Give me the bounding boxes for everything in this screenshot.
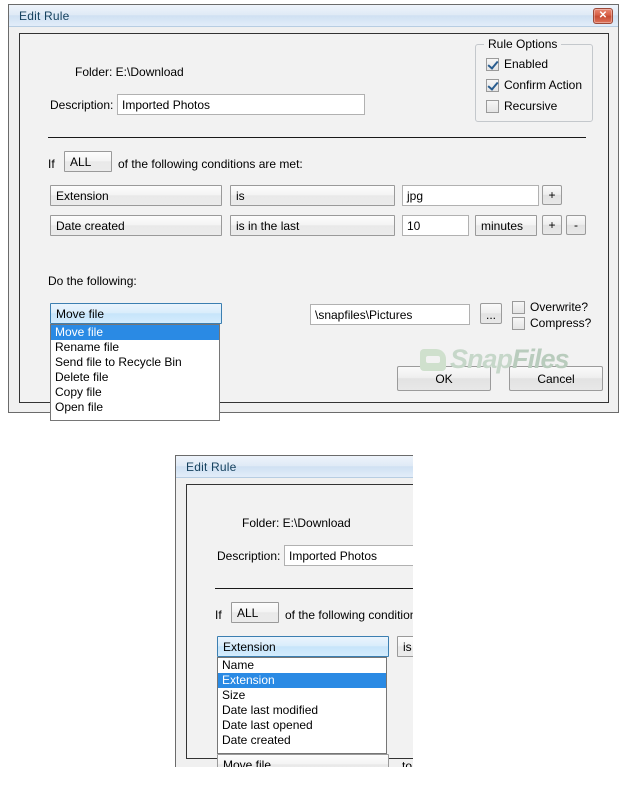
checkbox-label: Overwrite? (530, 300, 589, 314)
add-condition-button-1[interactable]: + (542, 185, 562, 205)
add-condition-button-2[interactable]: + (542, 215, 562, 235)
checkbox-overwrite[interactable]: Overwrite? (512, 300, 588, 314)
action-combo[interactable]: Move file (50, 303, 222, 324)
checkbox-box (486, 78, 499, 92)
dropdown-item[interactable]: Size (218, 688, 386, 703)
edit-rule-window-secondary-clip: Edit Rule Folder: E:\Download Descriptio… (175, 455, 413, 767)
checkbox-recursive[interactable]: Recursive (486, 99, 557, 113)
checkbox-label: Enabled (504, 57, 549, 71)
condition-operator-combo[interactable]: is (397, 636, 413, 657)
condition-operator-combo-2[interactable]: is in the last (230, 215, 395, 236)
target-folder-input[interactable]: \snapfiles\Pictures (310, 304, 470, 325)
checkbox-compress[interactable]: Compress? (512, 316, 591, 330)
condition-field-combo-2[interactable]: Date created (50, 215, 222, 236)
checkbox-label: Recursive (504, 99, 558, 113)
checkbox-label: Compress? (530, 316, 592, 330)
folder-label: Folder: E:\Download (242, 516, 351, 530)
action-heading: Do the following: (48, 274, 137, 288)
dropdown-item[interactable]: Date created (218, 733, 386, 748)
description-label: Description: (50, 98, 114, 112)
action-dropdown-list[interactable]: Move file Rename file Send file to Recyc… (50, 324, 220, 421)
description-input[interactable]: Imported Photos (284, 545, 413, 566)
browse-folder-button[interactable]: ... (480, 303, 502, 324)
if-label: If (215, 608, 222, 622)
ok-button[interactable]: OK (397, 366, 491, 391)
rule-options-group: Rule Options Enabled Confirm Action Recu… (475, 37, 593, 122)
checkbox-box (512, 316, 525, 330)
dropdown-item[interactable]: Extension (218, 673, 386, 688)
conditions-suffix-label: of the following conditions are met: (118, 157, 303, 171)
condition-field-combo[interactable]: Extension (217, 636, 389, 657)
dropdown-item[interactable]: Name (218, 658, 386, 673)
checkbox-box (512, 300, 525, 314)
rule-options-legend: Rule Options (484, 37, 562, 51)
match-mode-combo[interactable]: ALL (64, 151, 112, 172)
checkbox-box (486, 57, 499, 71)
checkbox-box (486, 99, 499, 113)
condition-unit-combo-2[interactable]: minutes (475, 215, 537, 236)
edit-rule-window: Edit Rule ✕ Folder: E:\Download Descript… (8, 4, 619, 421)
dropdown-item[interactable]: Move file (51, 325, 219, 340)
dropdown-item[interactable]: Copy file (51, 385, 219, 400)
to-folder-label: to folde (402, 759, 413, 767)
dropdown-item[interactable]: Date last opened (218, 718, 386, 733)
dialog-client-area: Folder: E:\Download Description: Importe… (19, 33, 609, 421)
checkbox-enabled[interactable]: Enabled (486, 57, 548, 71)
close-icon[interactable]: ✕ (593, 8, 613, 24)
dropdown-item[interactable]: Open file (51, 400, 219, 415)
condition-operator-combo-1[interactable]: is (230, 185, 395, 206)
condition-value-input-1[interactable]: jpg (402, 185, 539, 206)
folder-label: Folder: E:\Download (75, 65, 184, 79)
dropdown-item[interactable]: Delete file (51, 370, 219, 385)
window-title: Edit Rule (19, 9, 70, 23)
description-input[interactable]: Imported Photos (117, 94, 365, 115)
checkbox-label: Confirm Action (504, 78, 583, 92)
action-combo[interactable]: Move file (217, 754, 389, 767)
conditions-suffix-label: of the following conditions are (285, 608, 413, 622)
dialog-client-area: Folder: E:\Download Description: Importe… (186, 484, 413, 767)
window-titlebar[interactable]: Edit Rule ✕ (9, 5, 618, 27)
cancel-button[interactable]: Cancel (509, 366, 603, 391)
dropdown-item[interactable]: Date last modified (218, 703, 386, 718)
if-label: If (48, 157, 55, 171)
condition-field-combo-1[interactable]: Extension (50, 185, 222, 206)
edit-rule-window-secondary: Edit Rule Folder: E:\Download Descriptio… (175, 455, 413, 767)
section-divider-top (48, 137, 586, 138)
condition-value-input-2[interactable]: 10 (402, 215, 469, 236)
window-titlebar[interactable]: Edit Rule (176, 456, 413, 478)
remove-condition-button-2[interactable]: - (566, 215, 586, 235)
checkbox-confirm-action[interactable]: Confirm Action (486, 78, 582, 92)
dropdown-item[interactable]: Rename file (51, 340, 219, 355)
section-divider-top (215, 588, 413, 589)
description-label: Description: (217, 549, 281, 563)
match-mode-combo[interactable]: ALL (231, 602, 279, 623)
window-title: Edit Rule (186, 460, 237, 474)
field-dropdown-list[interactable]: Name Extension Size Date last modified D… (217, 657, 387, 754)
dropdown-item[interactable]: Send file to Recycle Bin (51, 355, 219, 370)
